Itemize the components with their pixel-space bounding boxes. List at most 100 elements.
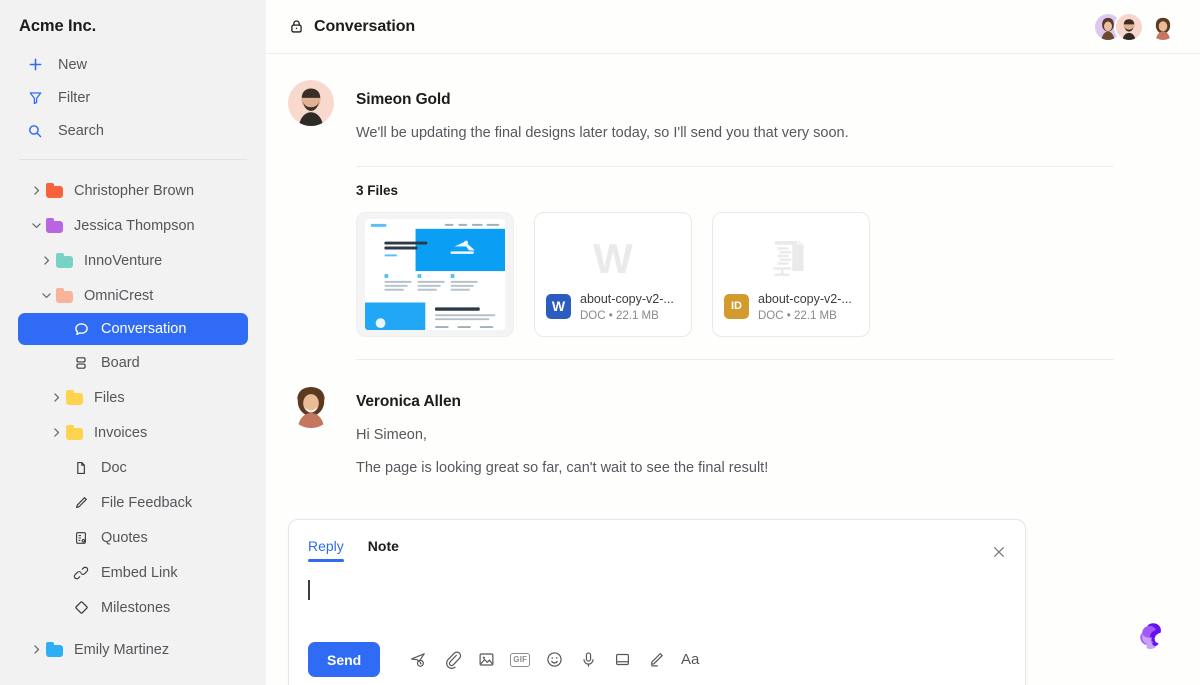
attachment-meta: W about-copy-v2-... DOC • 22.1 MB [546, 290, 674, 322]
sidebar-item-invoices[interactable]: Invoices [0, 415, 266, 450]
gif-icon[interactable]: GIF [503, 644, 537, 676]
attachment-size-value: 22.1 MB [793, 310, 837, 323]
attachment-size-value: 22.1 MB [615, 310, 659, 323]
sidebar-action-search-label: Search [58, 122, 104, 139]
sidebar-item-label: Jessica Thompson [74, 217, 195, 234]
filter-icon [26, 89, 44, 107]
attachment-icon[interactable] [435, 644, 469, 676]
quote-list-icon [72, 529, 90, 547]
sidebar-item-doc[interactable]: Doc [0, 450, 266, 485]
image-icon[interactable] [469, 644, 503, 676]
sidebar-item-quotes[interactable]: Quotes [0, 520, 266, 555]
diamond-icon [72, 599, 90, 617]
plus-icon [26, 56, 44, 74]
webpage-preview-image [365, 219, 505, 331]
chevron-down-icon[interactable] [36, 290, 56, 301]
canned-response-icon[interactable] [605, 644, 639, 676]
message: Simeon Gold We'll be updating the final … [266, 54, 1200, 361]
folder-icon [66, 424, 83, 440]
chevron-right-icon[interactable] [26, 185, 46, 196]
message-body: Simeon Gold We'll be updating the final … [356, 80, 1114, 361]
sidebar-item-label: Board [101, 354, 140, 371]
link-icon [72, 564, 90, 582]
brand-title: Acme Inc. [19, 17, 97, 35]
sidebar-action-filter[interactable]: Filter [0, 81, 266, 114]
word-w-watermark: W [535, 231, 691, 285]
send-later-icon[interactable] [401, 644, 435, 676]
sidebar-item-label: File Feedback [101, 494, 193, 511]
attachment-filename: about-copy-v2-... [758, 292, 852, 307]
message-text-line: Hi Simeon, [356, 427, 427, 444]
sidebar-item-omnicrest[interactable]: OmniCrest [0, 278, 266, 313]
document-icon [72, 459, 90, 477]
folder-icon [46, 182, 63, 198]
avatar[interactable] [288, 382, 334, 429]
chevron-right-icon[interactable] [26, 644, 46, 655]
sidebar-item-innoventure[interactable]: InnoVenture [0, 243, 266, 278]
sidebar-divider [19, 159, 247, 160]
sidebar-item-jessica-thompson[interactable]: Jessica Thompson [0, 208, 266, 243]
main-panel: Conversation Simeon Gold We'll be updati… [266, 0, 1200, 685]
indesign-badge-icon: ID [724, 293, 749, 319]
files-count-label: 3 Files [356, 183, 399, 199]
assistant-logo-icon[interactable] [1132, 617, 1176, 661]
sidebar-item-label: Embed Link [101, 564, 178, 581]
send-button[interactable]: Send [308, 642, 381, 678]
folder-icon [66, 389, 83, 405]
chat-bubble-icon [72, 320, 90, 338]
participant-avatars[interactable] [1093, 11, 1178, 42]
reply-input[interactable] [289, 562, 1025, 620]
sidebar-item-board[interactable]: Board [0, 345, 266, 380]
folder-icon [56, 287, 73, 303]
sidebar-action-new[interactable]: New [0, 48, 266, 81]
avatar[interactable] [288, 80, 334, 126]
chevron-down-icon[interactable] [26, 220, 46, 231]
sidebar-item-file-feedback[interactable]: File Feedback [0, 485, 266, 520]
sidebar-item-christopher-brown[interactable]: Christopher Brown [0, 173, 266, 208]
gif-label: GIF [510, 652, 531, 667]
sidebar-item-files[interactable]: Files [0, 380, 266, 415]
attachment-filename: about-copy-v2-... [580, 292, 674, 307]
sidebar-item-label: Christopher Brown [74, 182, 195, 199]
attachment-filesize: DOC • 22.1 MB [580, 310, 674, 322]
emoji-icon[interactable] [537, 644, 571, 676]
sidebar-item-milestones[interactable]: Milestones [0, 590, 266, 625]
message-author: Simeon Gold [356, 91, 451, 108]
attachment-card-word[interactable]: W W about-copy-v2-... DOC • 22.1 MB [534, 212, 692, 338]
sidebar-item-emily-martinez[interactable]: Emily Martinez [0, 632, 266, 667]
sidebar-action-new-label: New [58, 56, 88, 73]
chevron-right-icon[interactable] [46, 392, 66, 403]
word-badge-letter: W [551, 298, 566, 315]
sidebar-item-conversation[interactable]: Conversation [18, 313, 248, 345]
board-icon [72, 354, 90, 372]
sidebar-action-search[interactable]: Search [0, 114, 266, 147]
microphone-icon[interactable] [571, 644, 605, 676]
conversation-header: Conversation [266, 0, 1200, 54]
text-format-label: Aa [681, 651, 700, 669]
tab-reply[interactable]: Reply [308, 538, 344, 563]
avatar[interactable] [1148, 11, 1178, 42]
sidebar-item-label: OmniCrest [84, 287, 154, 304]
tab-note[interactable]: Note [368, 538, 399, 562]
text-caret [308, 580, 310, 601]
avatar[interactable] [1114, 11, 1144, 42]
attachment-filesize: DOC • 22.1 MB [758, 310, 852, 322]
attachment-card-indesign[interactable]: ID about-copy-v2-... DOC • 22.1 MB [712, 212, 870, 338]
folder-icon [46, 217, 63, 233]
attachment-thumbnail-card[interactable] [356, 212, 514, 338]
chevron-right-icon[interactable] [36, 255, 56, 266]
composer-toolbar: Send GIF Aa [289, 642, 707, 678]
signature-icon[interactable] [639, 644, 673, 676]
text-format-icon[interactable]: Aa [673, 644, 707, 676]
page-title: Conversation [314, 17, 416, 35]
reply-composer: Reply Note Send GIF Aa [288, 519, 1026, 685]
close-icon[interactable] [991, 544, 1007, 565]
message-body: Veronica Allen Hi Simeon, The page is lo… [356, 382, 1114, 501]
sidebar-item-label: Emily Martinez [74, 641, 170, 658]
attachment-filetype: DOC [580, 310, 606, 323]
chevron-right-icon[interactable] [46, 427, 66, 438]
sidebar-item-label: Doc [101, 459, 127, 476]
meta-separator: • [605, 310, 616, 323]
sidebar-item-embed-link[interactable]: Embed Link [0, 555, 266, 590]
sidebar-action-filter-label: Filter [58, 89, 91, 106]
